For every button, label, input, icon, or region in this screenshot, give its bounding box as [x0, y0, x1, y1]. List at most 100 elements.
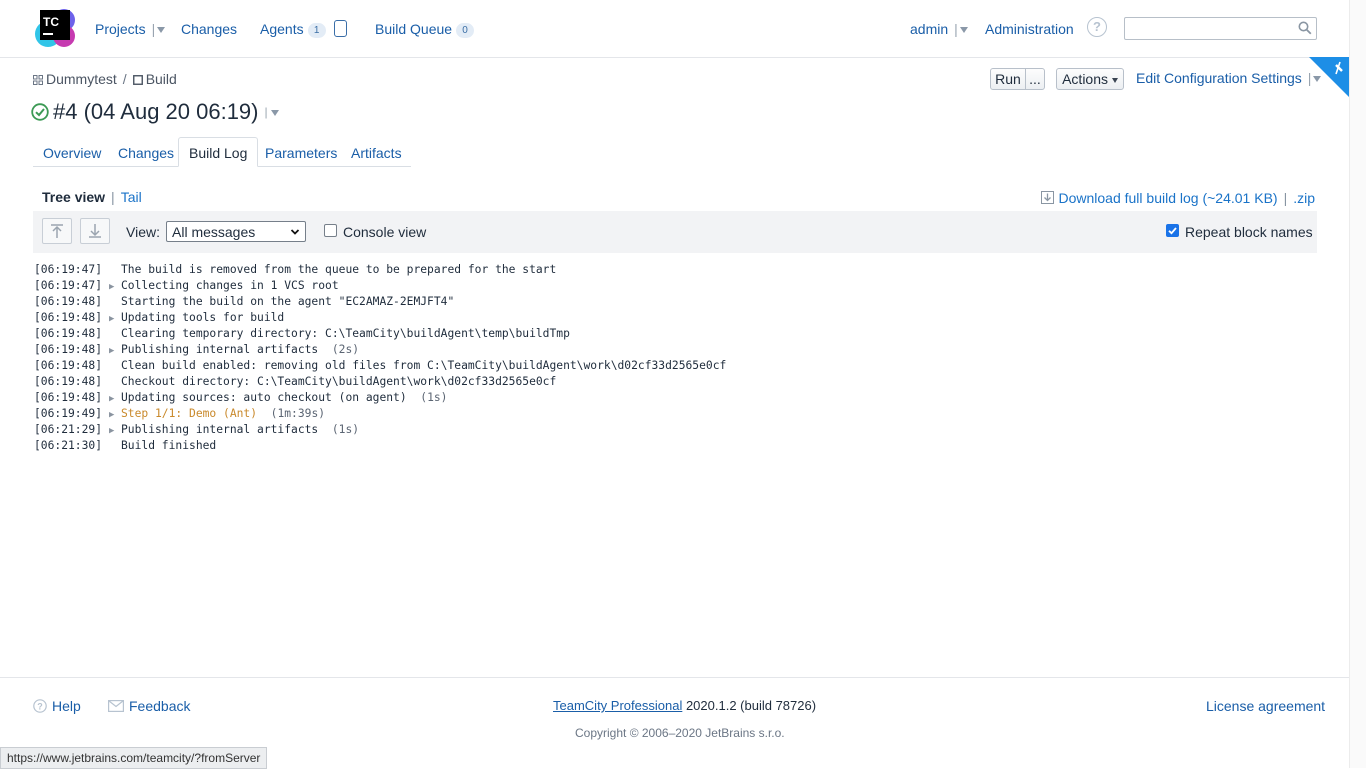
build-title: #4 (04 Aug 20 06:19) |: [31, 99, 279, 125]
log-timestamp: [06:19:48]: [34, 343, 103, 356]
help-icon[interactable]: ?: [1087, 17, 1107, 37]
license-agreement-link[interactable]: License agreement: [1206, 698, 1325, 714]
nav-agents[interactable]: Agents 1: [260, 20, 326, 38]
console-view-checkbox[interactable]: [324, 224, 337, 237]
scroll-bottom-button[interactable]: [80, 218, 110, 244]
log-timestamp: [06:19:48]: [34, 391, 103, 404]
footer-feedback[interactable]: Feedback: [108, 698, 190, 714]
log-message: Publishing internal artifacts: [121, 343, 319, 356]
user-menu[interactable]: admin |: [910, 20, 968, 38]
build-number-date: #4 (04 Aug 20 06:19): [53, 99, 259, 124]
chevron-down-icon[interactable]: [270, 110, 279, 116]
build-tabs: Overview Changes Build Log Parameters Ar…: [33, 137, 411, 167]
build-log: [06:19:47] The build is removed from the …: [34, 262, 726, 454]
breadcrumb-project[interactable]: Dummytest: [46, 71, 117, 87]
log-view-switch: Tree view | Tail: [42, 189, 142, 205]
chevron-down-icon[interactable]: [157, 27, 166, 33]
tree-view-link[interactable]: Tree view: [42, 189, 105, 205]
log-message: Clearing temporary directory: C:\TeamCit…: [121, 327, 570, 340]
expand-arrow-icon[interactable]: ▶: [109, 391, 121, 407]
log-row[interactable]: [06:19:48] ▶ Publishing internal artifacts…: [34, 342, 726, 358]
chevron-down-icon[interactable]: [1313, 76, 1322, 82]
expand-arrow-icon[interactable]: ▶: [109, 423, 121, 439]
log-row[interactable]: [06:19:47] ▶ Collecting changes in 1 VCS r…: [34, 278, 726, 294]
nav-build-queue-label[interactable]: Build Queue: [375, 21, 452, 37]
nav-administration[interactable]: Administration: [985, 20, 1074, 38]
nav-projects[interactable]: Projects |: [95, 20, 166, 38]
edit-config-settings[interactable]: Edit Configuration Settings |: [1136, 70, 1322, 86]
nav-build-queue[interactable]: Build Queue 0: [375, 20, 475, 38]
actions-label[interactable]: Actions: [1062, 71, 1108, 87]
log-message: Updating tools for build: [121, 311, 285, 324]
footer-feedback-label[interactable]: Feedback: [129, 698, 190, 714]
breadcrumb-build-config[interactable]: Build: [146, 71, 177, 87]
actions-button[interactable]: Actions: [1056, 68, 1124, 90]
tab-artifacts[interactable]: Artifacts: [351, 138, 402, 166]
teamcity-logo[interactable]: TC: [34, 6, 76, 48]
expand-arrow-icon[interactable]: ▶: [109, 311, 121, 327]
chevron-down-icon: [290, 229, 300, 235]
expand-arrow-icon[interactable]: ▶: [109, 343, 121, 359]
tab-build-log[interactable]: Build Log: [178, 137, 259, 167]
logo-text: TC: [43, 15, 59, 29]
tab-changes[interactable]: Changes: [118, 138, 174, 166]
nav-agents-label[interactable]: Agents: [260, 21, 304, 37]
log-message: The build is removed from the queue to b…: [121, 263, 557, 276]
page-scrollbar[interactable]: [1349, 0, 1366, 768]
log-message: Build finished: [121, 439, 217, 452]
download-zip-link[interactable]: .zip: [1293, 190, 1315, 206]
edit-config-label[interactable]: Edit Configuration Settings: [1136, 70, 1302, 86]
nav-changes[interactable]: Changes: [181, 20, 237, 38]
tab-parameters[interactable]: Parameters: [265, 138, 337, 166]
browser-status-url: https://www.jetbrains.com/teamcity/?from…: [0, 747, 268, 769]
user-name[interactable]: admin: [910, 21, 948, 37]
log-row: [06:19:48] Checkout directory: C:\TeamCit…: [34, 374, 726, 390]
log-toolbar: View: All messages Console view Repeat b…: [33, 211, 1317, 253]
log-row[interactable]: [06:19:48] ▶ Updating tools for build: [34, 310, 726, 326]
nav-projects-label[interactable]: Projects: [95, 21, 146, 37]
download-icon[interactable]: [1041, 191, 1055, 204]
log-row: [06:19:48] Starting the build on the agen…: [34, 294, 726, 310]
log-row[interactable]: [06:19:49] ▶ Step 1/1: Demo (Ant) (1m:39s): [34, 406, 726, 422]
download-log: Download full build log (~24.01 KB) | .zip: [1041, 190, 1315, 206]
checkmark-icon: [1168, 227, 1177, 235]
log-duration: (2s): [331, 343, 360, 356]
log-row[interactable]: [06:21:29] ▶ Publishing internal artifacts…: [34, 422, 726, 438]
view-label: View:: [126, 224, 160, 240]
teamcity-professional-link[interactable]: TeamCity Professional: [553, 698, 682, 713]
tail-link[interactable]: Tail: [121, 189, 142, 205]
view-select-value[interactable]: All messages: [172, 224, 255, 240]
repeat-block-names-checkbox[interactable]: [1166, 224, 1179, 237]
run-button[interactable]: Run: [990, 68, 1026, 90]
scroll-top-button[interactable]: [42, 218, 72, 244]
log-timestamp: [06:19:48]: [34, 311, 103, 324]
footer-help[interactable]: ? Help: [33, 698, 81, 714]
agent-icon[interactable]: [334, 20, 347, 37]
help-icon: ?: [33, 699, 47, 713]
log-timestamp: [06:19:48]: [34, 327, 103, 340]
run-custom-button[interactable]: ...: [1025, 68, 1045, 90]
log-message: Checkout directory: C:\TeamCity\buildAge…: [121, 375, 557, 388]
footer-help-label[interactable]: Help: [52, 698, 81, 714]
expand-arrow-icon[interactable]: ▶: [109, 407, 121, 423]
log-message: Clean build enabled: removing old files …: [121, 359, 727, 372]
log-timestamp: [06:19:47]: [34, 279, 103, 292]
chevron-down-icon[interactable]: [1111, 78, 1118, 83]
repeat-block-names-label[interactable]: Repeat block names: [1185, 224, 1313, 240]
top-header: TC Projects | Changes Agents 1 Build Queue…: [0, 0, 1349, 58]
chevron-down-icon[interactable]: [959, 27, 968, 33]
search-icon[interactable]: [1298, 21, 1312, 35]
project-icon: [33, 75, 43, 85]
log-row[interactable]: [06:19:48] ▶ Updating sources: auto checko…: [34, 390, 726, 406]
footer-version: TeamCity Professional 2020.1.2 (build 78…: [553, 698, 816, 713]
expand-arrow-icon[interactable]: ▶: [109, 279, 121, 295]
log-timestamp: [06:19:49]: [34, 407, 103, 420]
log-timestamp: [06:19:48]: [34, 375, 103, 388]
view-select[interactable]: All messages: [166, 221, 306, 242]
success-check-icon: [31, 103, 49, 121]
tab-overview[interactable]: Overview: [43, 138, 101, 166]
search-input[interactable]: [1124, 17, 1317, 40]
download-full-log-link[interactable]: Download full build log (~24.01 KB): [1058, 190, 1277, 206]
log-timestamp: [06:19:47]: [34, 263, 103, 276]
console-view-label[interactable]: Console view: [343, 224, 426, 240]
